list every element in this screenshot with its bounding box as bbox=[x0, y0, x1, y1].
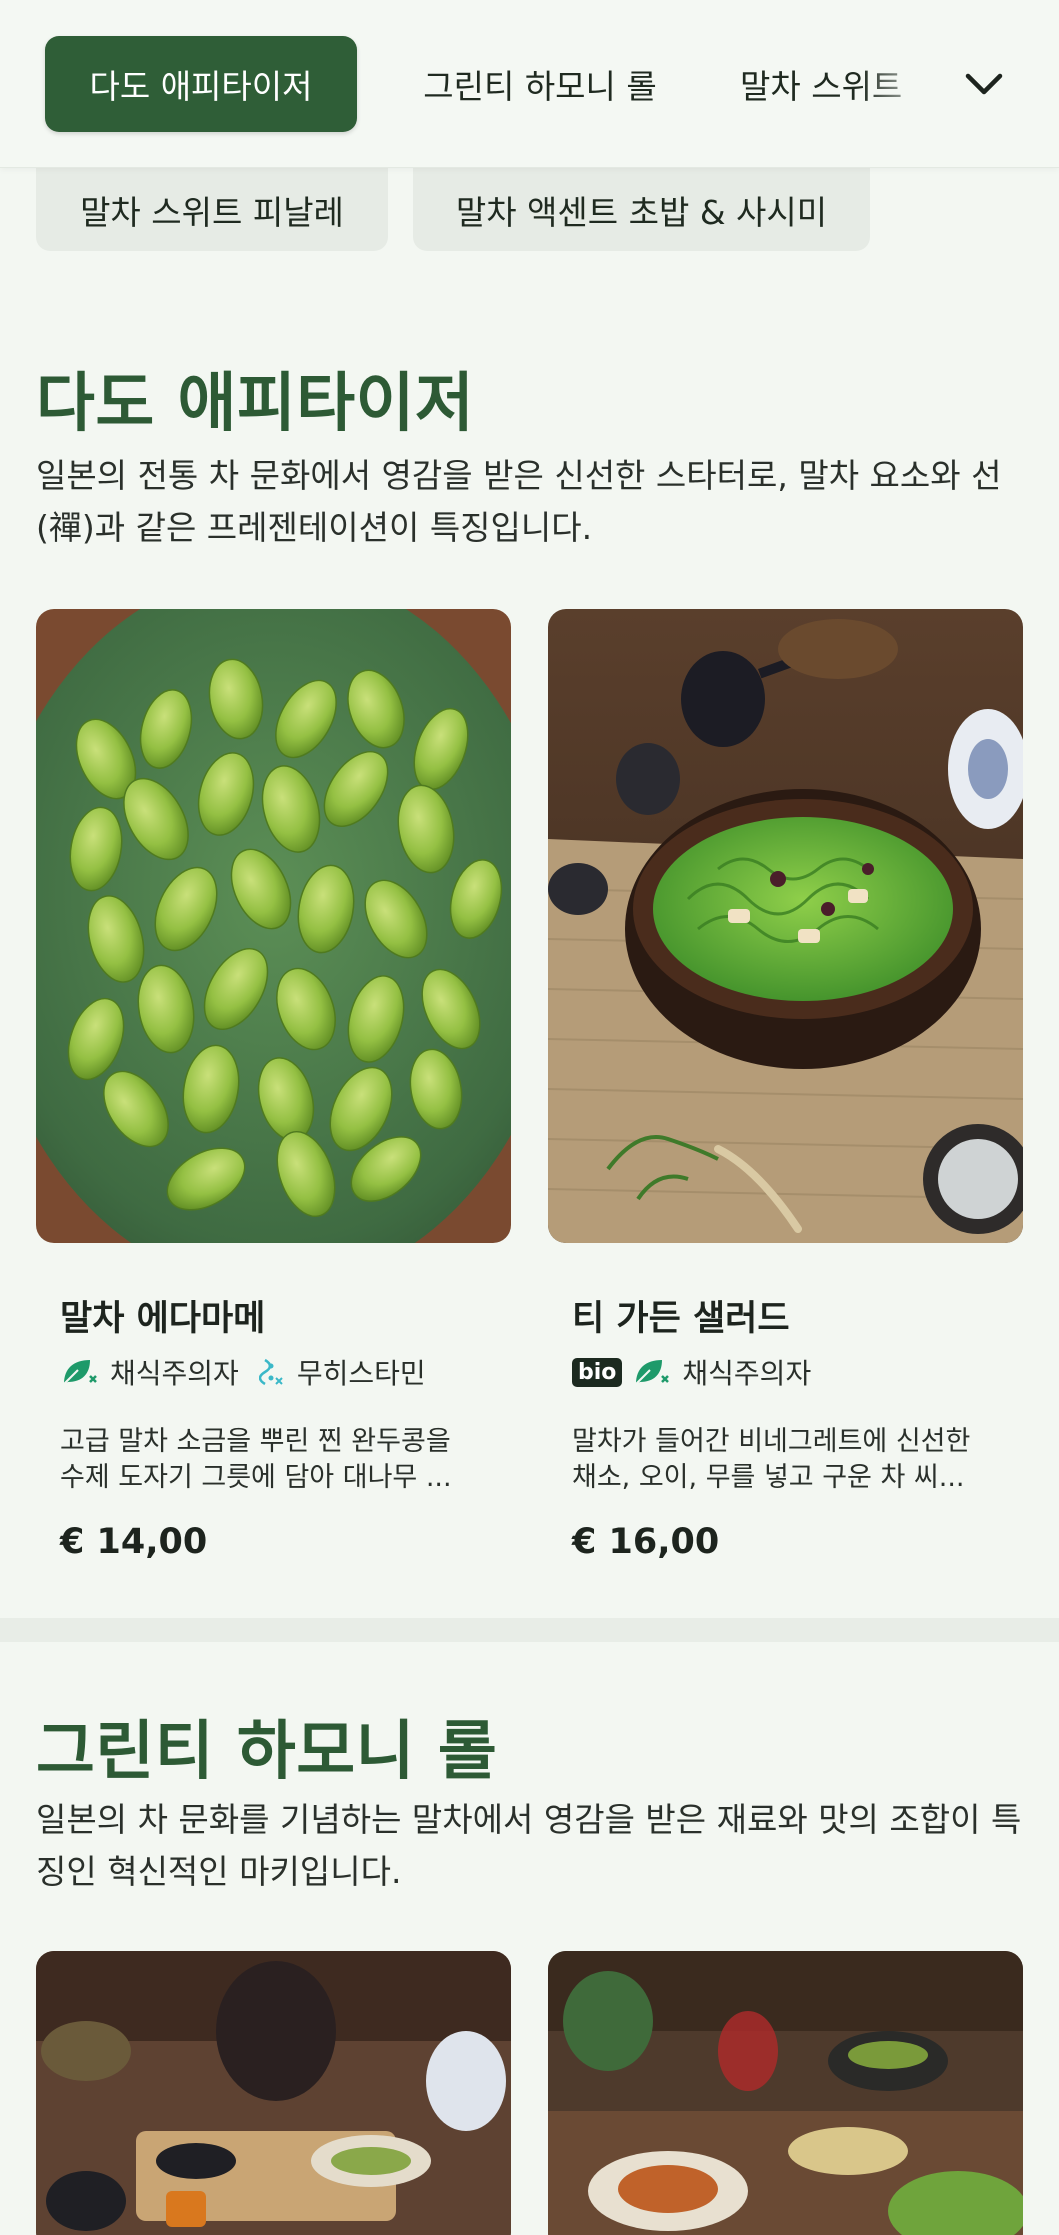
chip-matcha-sweet-finale[interactable]: 말차 스위트 피날레 bbox=[36, 168, 388, 251]
chip-matcha-sushi-sashimi[interactable]: 말차 액센트 초밥 & 사시미 bbox=[413, 168, 870, 251]
dish-name[interactable]: 말차 에다마메 bbox=[60, 1290, 265, 1341]
chevron-down-icon[interactable] bbox=[960, 62, 1008, 106]
bio-badge: bio bbox=[572, 1357, 623, 1387]
antihistamine-icon bbox=[258, 1358, 283, 1386]
category-nav: 다도 애피타이저 그린티 하모니 롤 말차 스위트 bbox=[0, 0, 1059, 168]
dish-tags: bio 채식주의자 bbox=[572, 1352, 831, 1392]
tag-vegetarian: 채식주의자 bbox=[632, 1352, 811, 1392]
dish-description: 말차가 들어간 비네그레트에 신선한 채소, 오이, 무를 넣고 구운 차 씨.… bbox=[572, 1426, 971, 1493]
dish-price: € 16,00 bbox=[572, 1522, 720, 1562]
tab-overflow-fade bbox=[860, 36, 960, 132]
tag-antihistamine: 무히스타민 bbox=[258, 1352, 426, 1392]
dish-tags: 채식주의자 무히스타민 bbox=[60, 1352, 446, 1392]
tab-tea-ceremony-appetizers[interactable]: 다도 애피타이저 bbox=[45, 36, 357, 132]
tag-vegetarian: 채식주의자 bbox=[60, 1352, 239, 1392]
section-description: 일본의 전통 차 문화에서 영감을 받은 신선한 스타터로, 말차 요소와 선(… bbox=[36, 456, 1002, 547]
dish-image[interactable] bbox=[36, 1951, 511, 2235]
dish-name[interactable]: 티 가든 샐러드 bbox=[572, 1290, 790, 1341]
dish-image-tea-garden-salad[interactable] bbox=[548, 609, 1023, 1243]
tag-label: 채식주의자 bbox=[110, 1357, 239, 1390]
section-description: 일본의 차 문화를 기념하는 말차에서 영감을 받은 재료와 맛의 조합이 특징… bbox=[36, 1800, 1022, 1891]
section-divider bbox=[0, 1618, 1059, 1642]
dish-image-edamame[interactable] bbox=[36, 609, 511, 1243]
dish-description: 고급 말차 소금을 뿌린 찐 완두콩을 수제 도자기 그릇에 담아 대나무 ..… bbox=[60, 1426, 452, 1493]
tag-label: 채식주의자 bbox=[682, 1357, 812, 1390]
dish-image[interactable] bbox=[548, 1951, 1023, 2235]
leaf-icon bbox=[635, 1360, 670, 1385]
leaf-icon bbox=[63, 1360, 97, 1385]
dish-price: € 14,00 bbox=[60, 1522, 208, 1562]
tab-green-tea-harmony-rolls[interactable]: 그린티 하모니 롤 bbox=[395, 36, 685, 132]
tag-label: 무히스타민 bbox=[296, 1357, 426, 1390]
section-title: 다도 애피타이저 bbox=[36, 367, 475, 441]
section-title: 그린티 하모니 롤 bbox=[36, 1715, 498, 1789]
